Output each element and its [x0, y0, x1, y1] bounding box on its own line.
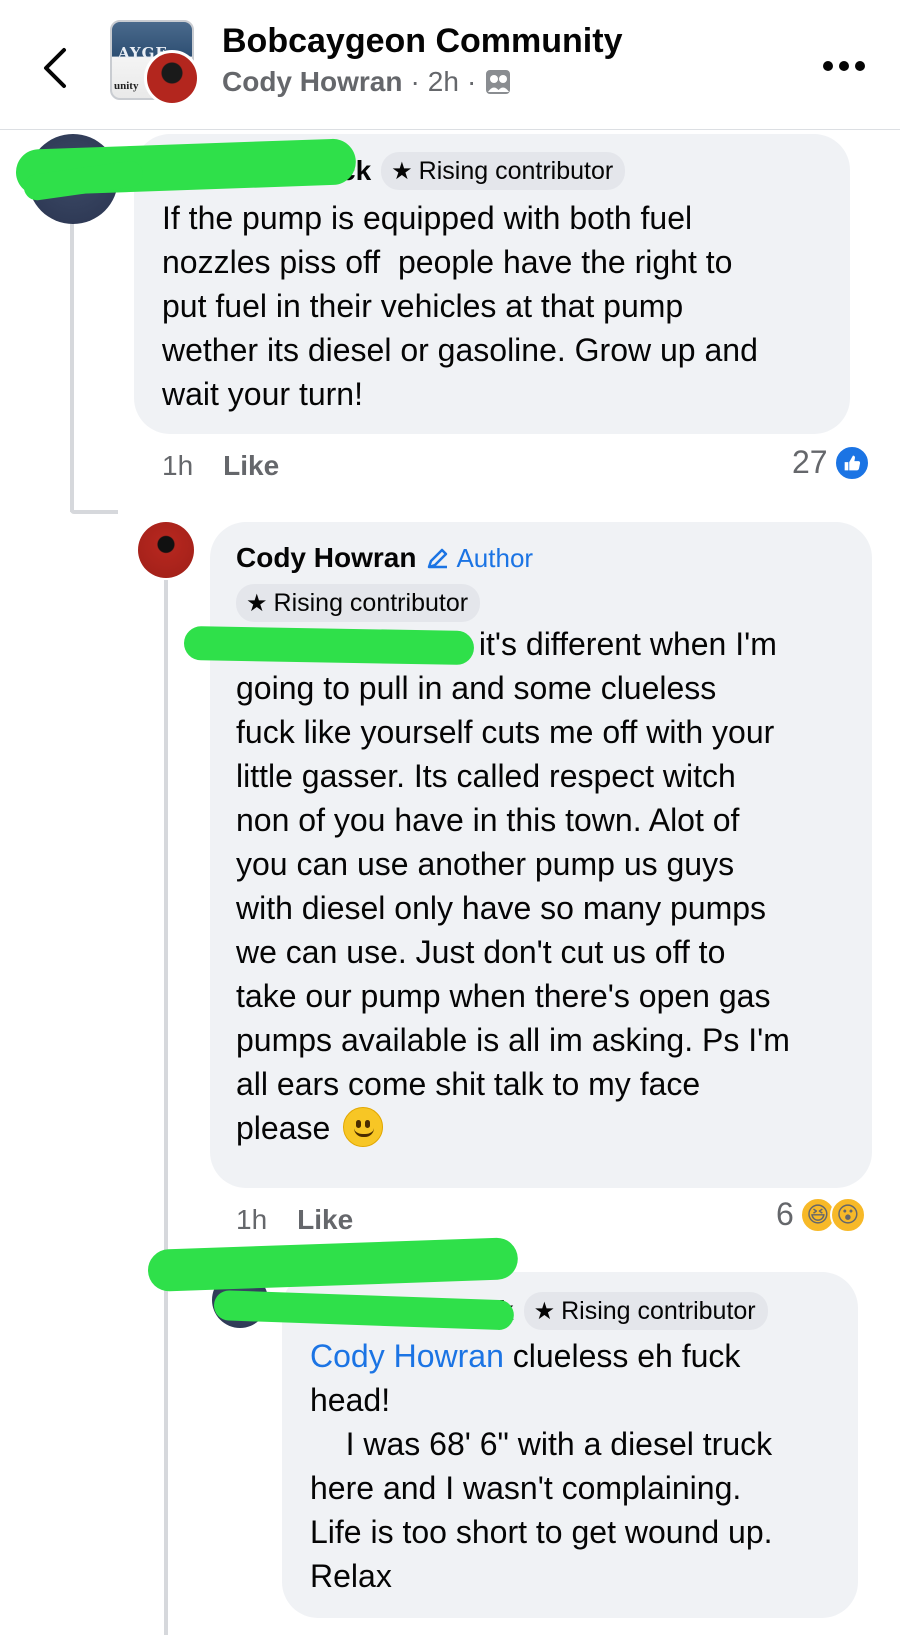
comment-actions: 1h Like: [236, 1204, 353, 1236]
comment-text: If the pump is equipped with both fuel n…: [162, 200, 758, 412]
like-button[interactable]: Like: [223, 450, 279, 482]
comment-time[interactable]: 1h: [162, 450, 193, 482]
author-avatar: [144, 50, 200, 106]
back-button[interactable]: [38, 44, 74, 92]
thumbs-up-icon: [833, 444, 870, 481]
smiley-emoji-icon: [343, 1107, 384, 1147]
comment-text: Cody Howran clueless eh fuck head! I was…: [310, 1338, 773, 1594]
star-icon: ★: [246, 589, 268, 617]
star-icon: ★: [533, 1297, 556, 1325]
like-button[interactable]: Like: [297, 1204, 353, 1236]
reaction-count: 6: [776, 1196, 794, 1232]
group-avatar[interactable]: AYGE unity: [110, 20, 200, 106]
commenter-avatar[interactable]: [138, 522, 194, 578]
group-audience-icon: [486, 70, 511, 94]
reaction-summary[interactable]: 27: [792, 444, 870, 481]
reaction-count: 27: [792, 444, 828, 480]
comment-header: Cody Howran Author: [236, 542, 533, 574]
comment-text: k it's different when I'm going to pull …: [236, 626, 790, 1147]
reaction-summary[interactable]: 6 😆 😮: [776, 1196, 866, 1233]
post-time[interactable]: 2h: [428, 66, 459, 98]
group-name[interactable]: Bobcaygeon Community: [222, 22, 622, 61]
pencil-icon: [428, 548, 448, 569]
post-subtitle: Cody Howran · 2h ·: [222, 66, 512, 98]
commenter-name[interactable]: Cody Howran: [236, 542, 416, 574]
post-author[interactable]: Cody Howran: [222, 66, 402, 98]
redaction-mark: [183, 626, 475, 666]
author-label: Author: [426, 543, 533, 574]
comment-bubble: Cody Howran Author ★ Rising contributor …: [210, 522, 872, 1188]
comment-actions: 1h Like: [162, 450, 279, 482]
post-header: AYGE unity Bobcaygeon Community Cody How…: [0, 0, 900, 130]
rising-contributor-badge: ★ Rising contributor: [236, 584, 481, 622]
star-icon: ★: [391, 157, 413, 185]
thread-connector: [70, 222, 74, 512]
chevron-left-icon: [44, 48, 66, 88]
mention-link[interactable]: Cody Howran: [310, 1338, 504, 1374]
thread-connector: [70, 510, 118, 514]
wow-reaction-icon: 😮: [829, 1196, 866, 1233]
rising-contributor-badge: ★ Rising contributor: [523, 1292, 768, 1330]
more-options-icon[interactable]: [820, 52, 868, 80]
rising-contributor-badge: ★ Rising contributor: [381, 152, 626, 190]
thread-connector: [164, 580, 168, 1635]
comment-time[interactable]: 1h: [236, 1204, 267, 1236]
